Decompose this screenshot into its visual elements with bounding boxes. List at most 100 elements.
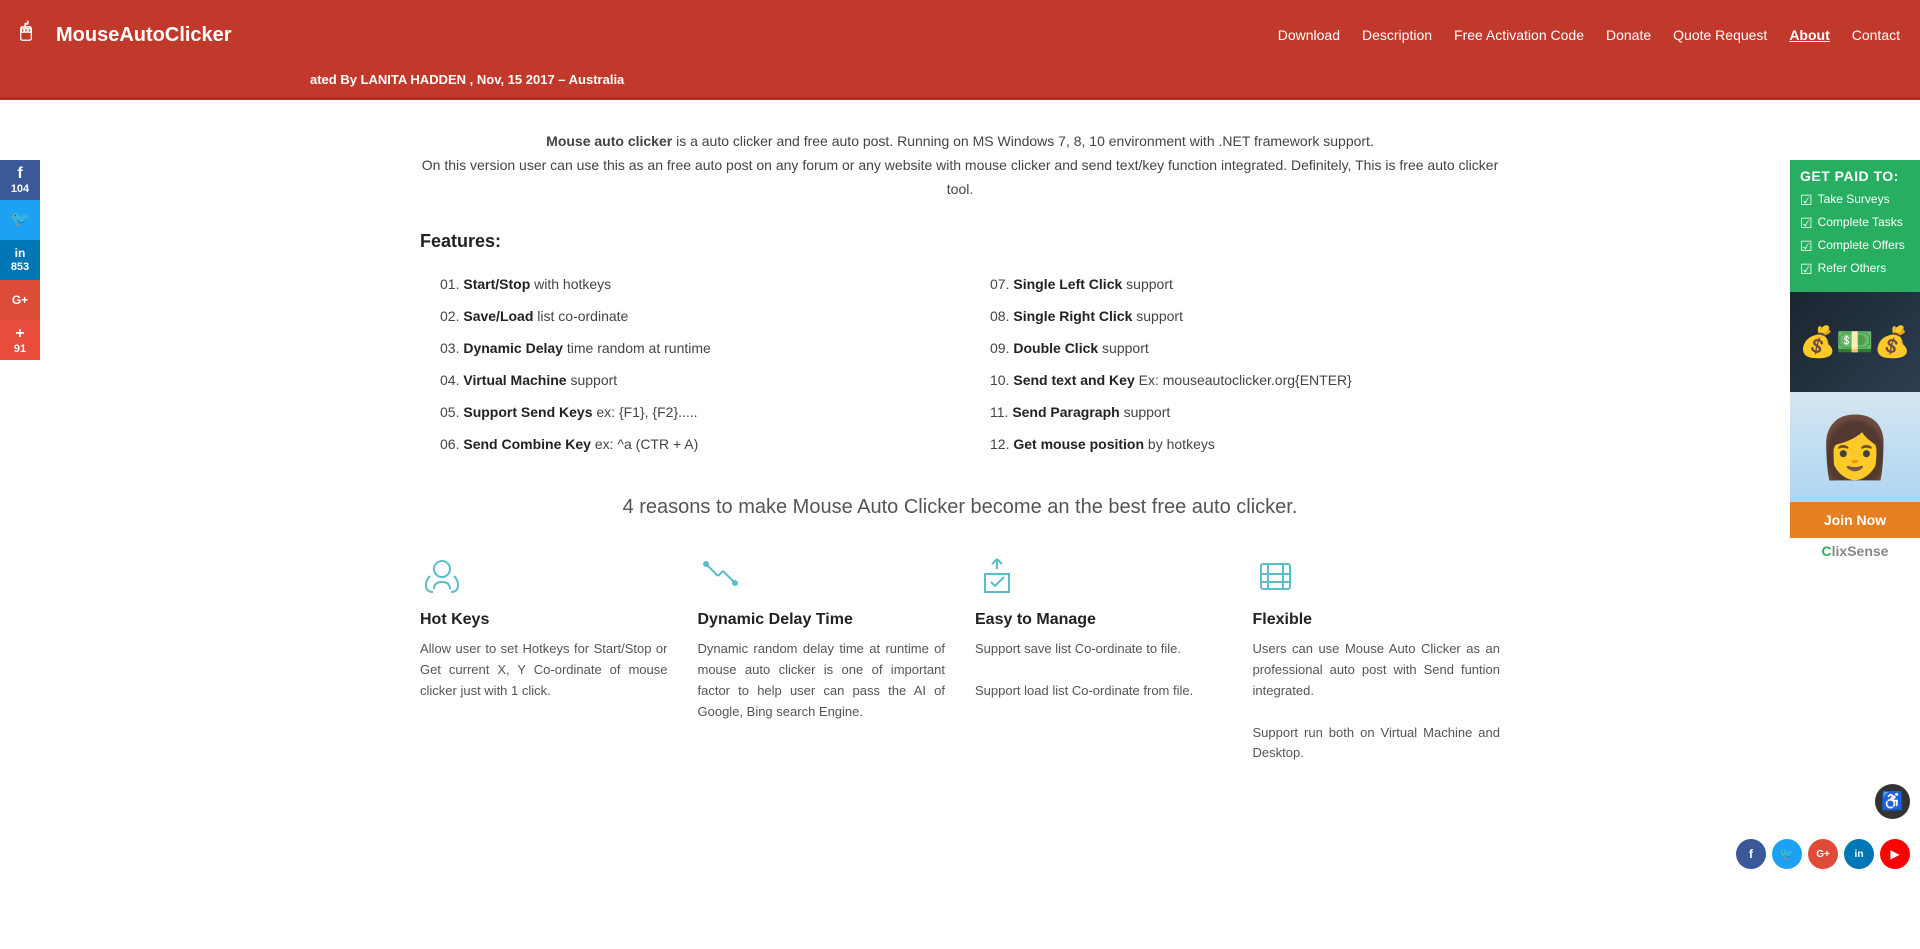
feature-7-rest: support: [1122, 276, 1173, 292]
feature-1-rest: with hotkeys: [530, 276, 611, 292]
feature-5-bold: Support Send Keys: [463, 404, 592, 420]
googleplus-share-button[interactable]: G+: [0, 280, 40, 320]
feature-6-rest: ex: ^a (CTR + A): [591, 436, 698, 452]
clixsense-logo: ClixSense: [1790, 538, 1920, 564]
feature-4-bold: Virtual Machine: [463, 372, 566, 388]
bottom-twitter-icon[interactable]: 🐦: [1772, 839, 1802, 869]
reason-easy-manage-desc: Support save list Co-ordinate to file.Su…: [975, 639, 1223, 701]
feature-12-rest: by hotkeys: [1144, 436, 1215, 452]
social-sidebar: f 104 🐦 in 853 G+ + 91: [0, 160, 40, 360]
feature-3-num: 03.: [440, 340, 463, 356]
feature-2: 02. Save/Load list co-ordinate: [440, 304, 950, 328]
features-grid: 01. Start/Stop with hotkeys 07. Single L…: [440, 272, 1500, 456]
feature-9-rest: support: [1098, 340, 1149, 356]
nav-download[interactable]: Download: [1278, 27, 1340, 43]
feature-6-bold: Send Combine Key: [463, 436, 591, 452]
ad-refer-label: Refer Others: [1818, 261, 1887, 275]
feature-7: 07. Single Left Click support: [990, 272, 1500, 296]
bottom-linkedin-icon[interactable]: in: [1844, 839, 1874, 869]
facebook-share-button[interactable]: f 104: [0, 160, 40, 200]
intro-paragraph: Mouse auto clicker is a auto clicker and…: [420, 130, 1500, 201]
header-tagline: ated By LANITA HADDEN , Nov, 15 2017 – A…: [0, 70, 1920, 100]
bottom-googleplus-icon[interactable]: G+: [1808, 839, 1838, 869]
plus-count: 91: [14, 343, 26, 356]
reason-hotkeys-desc: Allow user to set Hotkeys for Start/Stop…: [420, 639, 668, 701]
feature-6: 06. Send Combine Key ex: ^a (CTR + A): [440, 432, 950, 456]
reasons-title: 4 reasons to make Mouse Auto Clicker bec…: [420, 496, 1500, 519]
twitter-bird: 🐦: [1780, 847, 1795, 861]
feature-4-rest: support: [567, 372, 618, 388]
accessibility-button[interactable]: ♿: [1875, 784, 1910, 819]
reason-hotkeys-title: Hot Keys: [420, 611, 668, 629]
reasons-grid: Hot Keys Allow user to set Hotkeys for S…: [420, 554, 1500, 764]
feature-5-num: 05.: [440, 404, 463, 420]
linkedin-count: 853: [11, 261, 29, 274]
reason-easy-manage: Easy to Manage Support save list Co-ordi…: [975, 554, 1223, 764]
feature-3-rest: time random at runtime: [563, 340, 711, 356]
ad-surveys-label: Take Surveys: [1818, 192, 1890, 206]
feature-12: 12. Get mouse position by hotkeys: [990, 432, 1500, 456]
ad-offers-label: Complete Offers: [1818, 238, 1905, 252]
check-icon-4: ☑: [1800, 261, 1813, 278]
logo-icon: 🖱: [20, 20, 50, 50]
tagline-prefix: ated By: [310, 72, 357, 87]
feature-3: 03. Dynamic Delay time random at runtime: [440, 336, 950, 360]
feature-11-bold: Send Paragraph: [1012, 404, 1119, 420]
twitter-icon: 🐦: [10, 210, 30, 229]
ad-surveys: ☑ Take Surveys: [1800, 192, 1910, 209]
gplus-letter: G+: [1816, 849, 1830, 860]
nav-contact[interactable]: Contact: [1852, 27, 1900, 43]
feature-8-num: 08.: [990, 308, 1013, 324]
main-content: Mouse auto clicker is a auto clicker and…: [360, 100, 1560, 814]
site-logo[interactable]: 🖱 MouseAutoClicker: [20, 20, 232, 50]
clix-c: C: [1822, 543, 1832, 559]
reason-flexible-title: Flexible: [1253, 611, 1501, 629]
feature-6-num: 06.: [440, 436, 463, 452]
nav-description[interactable]: Description: [1362, 27, 1432, 43]
feature-2-num: 02.: [440, 308, 463, 324]
feature-8-rest: support: [1132, 308, 1183, 324]
logo-text: MouseAutoClicker: [56, 24, 232, 47]
clix-rest: lixSense: [1832, 543, 1889, 559]
feature-8-bold: Single Right Click: [1013, 308, 1132, 324]
feature-2-bold: Save/Load: [463, 308, 533, 324]
nav-quote[interactable]: Quote Request: [1673, 27, 1767, 43]
feature-11-rest: support: [1120, 404, 1171, 420]
check-icon-2: ☑: [1800, 215, 1813, 232]
feature-1-bold: Start/Stop: [463, 276, 530, 292]
plus-share-button[interactable]: + 91: [0, 320, 40, 360]
intro-desc: is a auto clicker and free auto post. Ru…: [672, 133, 1374, 149]
nav-free-activation[interactable]: Free Activation Code: [1454, 27, 1584, 43]
main-nav: Download Description Free Activation Cod…: [1278, 27, 1900, 43]
feature-1: 01. Start/Stop with hotkeys: [440, 272, 950, 296]
feature-11: 11. Send Paragraph support: [990, 400, 1500, 424]
reason-easy-manage-title: Easy to Manage: [975, 611, 1223, 629]
twitter-share-button[interactable]: 🐦: [0, 200, 40, 240]
feature-10-num: 10.: [990, 372, 1013, 388]
bottom-youtube-icon[interactable]: ▶: [1880, 839, 1910, 869]
feature-11-num: 11.: [990, 404, 1012, 420]
nav-about[interactable]: About: [1789, 27, 1829, 43]
youtube-play: ▶: [1890, 847, 1899, 861]
reason-dynamic-delay-desc: Dynamic random delay time at runtime of …: [698, 639, 946, 722]
flexible-icon: [1253, 554, 1298, 599]
reason-dynamic-delay-title: Dynamic Delay Time: [698, 611, 946, 629]
woman-emoji: 👩: [1818, 412, 1893, 483]
linkedin-share-button[interactable]: in 853: [0, 240, 40, 280]
accessibility-icon: ♿: [1881, 791, 1903, 812]
ad-offers: ☑ Complete Offers: [1800, 238, 1910, 255]
reason-flexible-desc: Users can use Mouse Auto Clicker as an p…: [1253, 639, 1501, 764]
linkedin-letter: in: [1855, 849, 1864, 860]
join-now-button[interactable]: Join Now: [1790, 502, 1920, 538]
nav-donate[interactable]: Donate: [1606, 27, 1651, 43]
check-icon: ☑: [1800, 192, 1813, 209]
feature-5: 05. Support Send Keys ex: {F1}, {F2}....…: [440, 400, 950, 424]
feature-10-rest: Ex: mouseautoclicker.org{ENTER}: [1135, 372, 1352, 388]
facebook-letter: f: [1749, 847, 1753, 861]
bottom-facebook-icon[interactable]: f: [1736, 839, 1766, 869]
feature-9-bold: Double Click: [1013, 340, 1098, 356]
ad-box: GET PAID TO: ☑ Take Surveys ☑ Complete T…: [1790, 160, 1920, 292]
facebook-count: 104: [11, 183, 29, 196]
feature-12-bold: Get mouse position: [1013, 436, 1144, 452]
googleplus-icon: G+: [12, 293, 28, 307]
